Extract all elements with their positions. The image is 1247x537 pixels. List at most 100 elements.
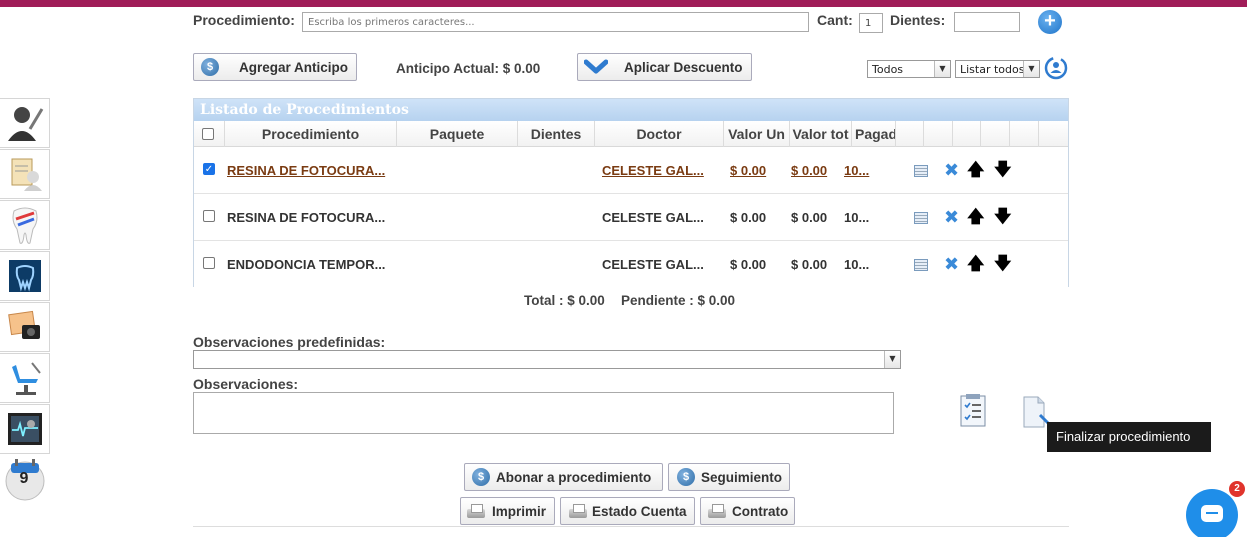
- row-paquete: [397, 148, 518, 194]
- filter-listar-select[interactable]: Listar todos ▼: [955, 60, 1040, 78]
- row-pagado: 10...: [844, 257, 870, 272]
- camera-photos-icon: [7, 310, 40, 339]
- printer-icon: [465, 503, 487, 519]
- arrow-down-icon[interactable]: 🡇: [994, 208, 1011, 226]
- chat-badge: 2: [1229, 481, 1245, 497]
- sidebar-item-history[interactable]: [0, 149, 50, 199]
- column-header-procedimiento[interactable]: Procedimiento: [225, 121, 397, 147]
- delete-icon[interactable]: ✖: [944, 255, 959, 273]
- row-dientes: [518, 195, 595, 241]
- row-dientes: [518, 148, 595, 194]
- seguimiento-button[interactable]: $ Seguimiento: [668, 463, 790, 491]
- row-checkbox[interactable]: [203, 257, 215, 269]
- dollar-coin-icon: $: [472, 468, 490, 486]
- calendar-icon[interactable]: [914, 259, 928, 271]
- agregar-anticipo-button[interactable]: $ Agregar Anticipo: [193, 53, 357, 81]
- cant-label: Cant:: [817, 12, 853, 28]
- sidebar-item-doctor[interactable]: [0, 98, 50, 148]
- calendar-icon[interactable]: [914, 212, 928, 224]
- pendiente-text: Pendiente : $ 0.00: [621, 293, 736, 308]
- imprimir-label: Imprimir: [492, 503, 547, 519]
- arrow-down-icon[interactable]: 🡇: [994, 161, 1011, 179]
- user-refresh-icon[interactable]: [1044, 56, 1068, 80]
- dientes-input[interactable]: [954, 12, 1020, 32]
- abonar-label: Abonar a procedimiento: [496, 469, 652, 485]
- column-header-dientes[interactable]: Dientes: [518, 121, 595, 147]
- column-header-valor-un[interactable]: Valor Un: [724, 121, 790, 147]
- observaciones-textarea[interactable]: [193, 392, 894, 434]
- column-header-blank: [953, 121, 981, 147]
- doctor-icon: [7, 107, 43, 141]
- cant-input[interactable]: [859, 13, 883, 33]
- row-paquete: [397, 242, 518, 288]
- abonar-button[interactable]: $ Abonar a procedimiento: [464, 463, 663, 491]
- row-procedimiento: ENDODONCIA TEMPOR...: [227, 257, 386, 272]
- column-header-doctor[interactable]: Doctor: [595, 121, 724, 147]
- column-header-blank: [981, 121, 1010, 147]
- arrow-up-icon[interactable]: 🡅: [967, 161, 984, 179]
- table-row[interactable]: ENDODONCIA TEMPOR... CELESTE GAL... $ 0.…: [194, 242, 1068, 288]
- observaciones-label: Observaciones:: [193, 376, 299, 392]
- imprimir-button[interactable]: Imprimir: [460, 497, 555, 525]
- row-procedimiento[interactable]: RESINA DE FOTOCURA...: [227, 148, 397, 194]
- tooltip-finalizar: Finalizar procedimiento: [1047, 422, 1211, 452]
- row-doctor[interactable]: CELESTE GAL...: [602, 148, 722, 194]
- anticipo-actual-text: Anticipo Actual: $ 0.00: [396, 61, 541, 76]
- dientes-label: Dientes:: [890, 12, 946, 28]
- chat-launcher-button[interactable]: [1186, 489, 1238, 537]
- row-checkbox[interactable]: ✓: [203, 163, 215, 175]
- row-valor-tot: $ 0.00: [791, 257, 828, 272]
- row-checkbox[interactable]: [203, 210, 215, 222]
- column-header-valor-tot[interactable]: Valor tot: [790, 121, 852, 147]
- filter-listar-value: Listar todos: [960, 62, 1025, 76]
- row-valor-un[interactable]: $ 0.00: [730, 148, 788, 194]
- sidebar-item-xray[interactable]: [0, 251, 50, 301]
- select-all-checkbox[interactable]: [202, 128, 214, 140]
- dollar-coin-icon: $: [201, 58, 219, 76]
- monitor-patient-icon: [7, 413, 42, 445]
- table-row[interactable]: RESINA DE FOTOCURA... CELESTE GAL... $ 0…: [194, 195, 1068, 241]
- estado-cuenta-label: Estado Cuenta: [592, 503, 687, 519]
- sidebar-item-odontogram[interactable]: [0, 200, 50, 250]
- estado-cuenta-button[interactable]: Estado Cuenta: [560, 497, 695, 525]
- chat-bubble-icon: [1201, 505, 1223, 522]
- delete-icon[interactable]: ✖: [944, 208, 959, 226]
- filter-todos-value: Todos: [872, 62, 904, 76]
- filter-todos-select[interactable]: Todos ▼: [867, 60, 951, 78]
- arrow-up-icon[interactable]: 🡅: [967, 208, 984, 226]
- column-header-pagado[interactable]: Pagad: [852, 121, 896, 147]
- observaciones-predefinidas-select[interactable]: ▼: [193, 350, 901, 369]
- row-procedimiento: RESINA DE FOTOCURA...: [227, 210, 386, 225]
- sidebar-item-photos[interactable]: [0, 302, 50, 352]
- table-row[interactable]: ✓ RESINA DE FOTOCURA... CELESTE GAL... $…: [194, 148, 1068, 194]
- sidebar-item-calendar[interactable]: 9: [0, 455, 50, 503]
- row-pagado[interactable]: 10...: [844, 148, 888, 194]
- header-select-all[interactable]: [194, 121, 225, 147]
- arrow-down-icon[interactable]: 🡇: [994, 255, 1011, 273]
- row-pagado: 10...: [844, 210, 870, 225]
- row-valor-un: $ 0.00: [730, 210, 767, 225]
- clipboard-patient-icon: [11, 158, 42, 191]
- sidebar-item-monitor[interactable]: [0, 404, 50, 454]
- row-valor-tot[interactable]: $ 0.00: [791, 148, 849, 194]
- checklist-icon[interactable]: [958, 393, 988, 429]
- row-doctor: CELESTE GAL...: [602, 210, 704, 225]
- row-valor-tot: $ 0.00: [791, 210, 828, 225]
- row-valor-un: $ 0.00: [730, 257, 767, 272]
- agregar-anticipo-label: Agregar Anticipo: [239, 59, 349, 75]
- procedimiento-search-input[interactable]: [302, 12, 809, 32]
- chevron-down-icon: ▼: [1023, 61, 1039, 77]
- row-paquete: [397, 195, 518, 241]
- calendar-icon[interactable]: [914, 165, 928, 177]
- add-procedure-icon[interactable]: +: [1038, 10, 1062, 34]
- sidebar-item-dental-chair[interactable]: [0, 353, 50, 403]
- arrow-up-icon[interactable]: 🡅: [967, 255, 984, 273]
- delete-icon[interactable]: ✖: [944, 161, 959, 179]
- aplicar-descuento-button[interactable]: Aplicar Descuento: [577, 53, 752, 81]
- tooth-icon: [12, 207, 37, 244]
- contrato-button[interactable]: Contrato: [700, 497, 795, 525]
- column-header-paquete[interactable]: Paquete: [397, 121, 518, 147]
- procedures-grid: Listado de Procedimientos Procedimiento …: [193, 98, 1069, 288]
- procedimiento-label: Procedimiento:: [193, 12, 295, 28]
- column-header-blank: [1010, 121, 1039, 147]
